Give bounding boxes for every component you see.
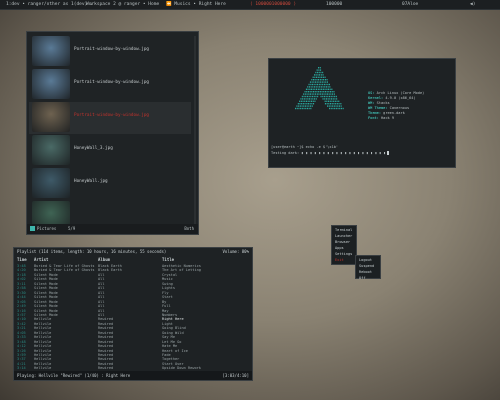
file-item[interactable]: Portrait-window-by-window.jpg xyxy=(29,36,191,68)
menu-item[interactable]: Launcher xyxy=(335,234,352,238)
status-text: 100000 xyxy=(326,2,343,7)
column-title[interactable]: Title xyxy=(162,257,174,262)
view-mode: Both xyxy=(184,226,194,231)
sysinfo-value: Cavernous xyxy=(389,106,410,110)
sysinfo-value: 4.9.0 (x86_64) xyxy=(385,96,416,100)
sysinfo-key: WM: xyxy=(368,101,375,105)
sysinfo-row: Theme: green-dark xyxy=(368,111,405,115)
menu-item[interactable]: Suspend xyxy=(359,264,374,268)
terminal-window[interactable]: OS: Arch Linux (Core Mode) Kernel: 4.9.0 … xyxy=(268,58,456,168)
root-menu: Terminal Launcher Browser Apps Settings Exit xyxy=(331,225,357,265)
color-test-text: Testing dark: ▮ ▮ ▮ ▮ ▮ ▮ ▮ ▮ ▮ ▮ ▮ ▮ ▮ … xyxy=(271,151,386,155)
terminal-prompt-1: [user@earth ~]$ echo -e $'\x1b' xyxy=(271,145,339,149)
sysinfo-value: Arch Linux (Core Mode) xyxy=(376,91,425,95)
file-item[interactable]: Portrait-window-by-window.jpg xyxy=(29,102,191,134)
now-playing-status: Playing: Hellvile "Rewired" (1/40) : Rig… xyxy=(17,373,131,378)
workspace-label[interactable]: 1:dev • ranger/other as 1(dev) ↓ xyxy=(6,0,93,9)
sysinfo-row: WM: Stacks xyxy=(368,101,390,105)
sysinfo-row: OS: Arch Linux (Core Mode) xyxy=(368,91,424,95)
file-item[interactable]: HoneyWall_3.jpg xyxy=(29,135,191,167)
sysinfo-key: OS: xyxy=(368,91,375,95)
file-thumbnail xyxy=(32,168,70,198)
exit-submenu: Logout Suspend Reboot Off xyxy=(355,255,381,280)
text-cursor xyxy=(386,151,389,155)
menu-item[interactable]: Exit xyxy=(335,258,344,262)
file-name: Portrait-window-by-window.jpg xyxy=(74,47,150,52)
player-status-bar: Playing: Hellvile "Rewired" (1/40) : Rig… xyxy=(14,371,252,380)
menu-item[interactable]: Browser xyxy=(335,240,350,244)
window-title: Workspace 2 @ ranger • Home xyxy=(86,2,160,7)
file-index: 5/9 xyxy=(68,226,76,231)
file-thumbnail xyxy=(32,135,70,165)
menu-item[interactable]: Terminal xyxy=(335,228,352,232)
playlist-header: Playlist (114 items, length: 10 hours, 1… xyxy=(14,248,252,255)
volume-icon[interactable]: ◀) xyxy=(470,0,475,9)
file-name: HoneyWall_3.jpg xyxy=(74,146,113,151)
file-item[interactable]: Portrait-window-by-window.jpg xyxy=(29,69,191,101)
column-time[interactable]: Time xyxy=(17,257,27,262)
sysinfo-key: Kernel: xyxy=(368,96,384,100)
file-name: Portrait-window-by-window.jpg xyxy=(74,113,150,118)
menu-item[interactable]: Apps xyxy=(335,246,344,250)
file-thumbnail xyxy=(32,102,70,132)
workspace-indicator[interactable]: ⟨ 1000001000000 ⟩ xyxy=(250,0,296,9)
column-artist[interactable]: Artist xyxy=(34,257,48,262)
menu-item[interactable]: Reboot xyxy=(359,270,372,274)
sysinfo-value: green-dark xyxy=(383,111,405,115)
file-name: HoneyWall.jpg xyxy=(74,179,108,184)
music-player-window[interactable]: Playlist (114 items, length: 10 hours, 1… xyxy=(13,247,253,381)
sysinfo-row: Font: Hack 9 xyxy=(368,116,394,120)
playback-position: [3:03/4:10] xyxy=(222,373,250,378)
menu-item[interactable]: Off xyxy=(359,276,366,280)
menu-item[interactable]: Settings xyxy=(335,252,352,256)
column-album[interactable]: Album xyxy=(98,257,110,262)
sysinfo-key: Theme: xyxy=(368,111,381,115)
file-item[interactable]: HoneyWall.jpg xyxy=(29,168,191,200)
top-panel: 1:dev • ranger/other as 1(dev) ↓ Workspa… xyxy=(0,0,500,10)
column-headers: Time Artist Album Title xyxy=(14,257,252,262)
terminal-prompt-2: Testing dark: ▮ ▮ ▮ ▮ ▮ ▮ ▮ ▮ ▮ ▮ ▮ ▮ ▮ … xyxy=(271,151,389,155)
current-folder: Pictures xyxy=(37,226,57,231)
sysinfo-key: WM Theme: xyxy=(368,106,388,110)
arch-logo-icon xyxy=(295,67,344,110)
folder-icon xyxy=(30,226,35,231)
scrollbar[interactable] xyxy=(194,36,196,226)
volume-level: Volume: 80% xyxy=(222,249,250,254)
sysinfo-value: Hack 9 xyxy=(381,116,394,120)
menu-item[interactable]: Logout xyxy=(359,258,372,262)
sysinfo-row: WM Theme: Cavernous xyxy=(368,106,409,110)
file-browser-window: Portrait-window-by-window.jpg Portrait-wi… xyxy=(26,31,199,235)
clock: 07Aloe xyxy=(402,2,419,7)
sysinfo-key: Font: xyxy=(368,116,379,120)
now-playing[interactable]: ⏪ Musics • Right Here xyxy=(166,0,226,9)
sysinfo-value: Stacks xyxy=(376,101,390,105)
file-name: Portrait-window-by-window.jpg xyxy=(74,80,150,85)
file-thumbnail xyxy=(32,36,70,66)
file-thumbnail xyxy=(32,69,70,99)
playlist-summary: Playlist (114 items, length: 10 hours, 1… xyxy=(17,249,167,254)
sysinfo-row: Kernel: 4.9.0 (x86_64) xyxy=(368,96,416,100)
file-browser-status: Pictures 5/9 Both xyxy=(27,224,198,234)
